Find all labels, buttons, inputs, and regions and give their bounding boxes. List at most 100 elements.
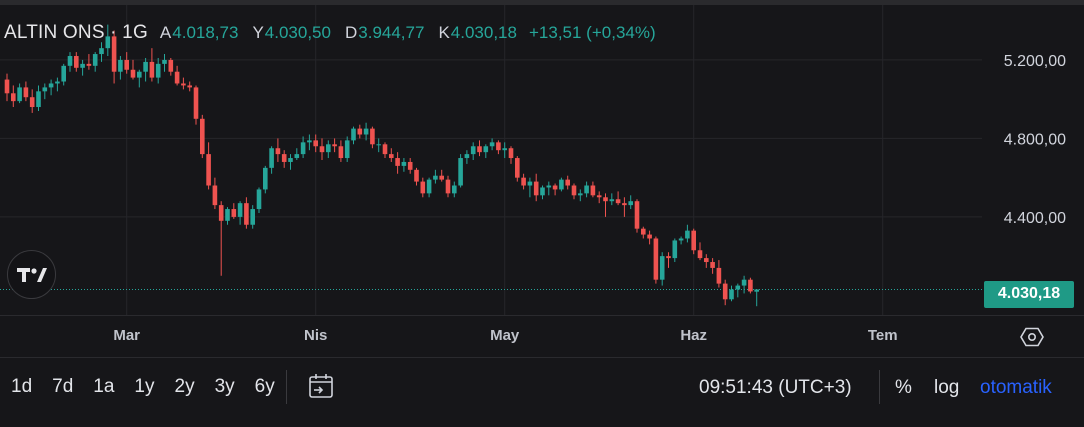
candle [124, 52, 129, 74]
candle [735, 283, 741, 298]
xaxis-label-tem: Tem [867, 327, 898, 344]
candle [29, 89, 35, 113]
candle [218, 201, 224, 276]
candle [162, 54, 167, 72]
candle [382, 142, 388, 159]
log-scale-button[interactable]: log [934, 375, 959, 401]
y-tick-label: 4.800,00 [1004, 131, 1066, 148]
candle [231, 203, 237, 219]
change-value: +13,51 (+0,34%) [528, 23, 656, 42]
candle [729, 285, 734, 302]
candle [155, 57, 161, 84]
candle [401, 158, 407, 172]
candle [212, 177, 218, 210]
symbol-title[interactable]: ALTIN ONS · 1G [4, 22, 148, 44]
candle [502, 142, 507, 159]
candle [521, 173, 526, 190]
candle [710, 258, 715, 274]
range-button-1d[interactable]: 1d [0, 374, 41, 400]
candle [445, 175, 451, 198]
candle [641, 226, 646, 239]
bottom-toolbar: 1d 7d 1a 1y 2y 3y 6y 09:51:43 (UTC+3) % … [0, 357, 1084, 427]
candle [722, 279, 728, 306]
candle [351, 126, 356, 145]
candle [748, 277, 753, 294]
candle [389, 148, 394, 162]
candle [332, 138, 337, 153]
candle [552, 183, 558, 196]
auto-scale-button[interactable]: otomatik [980, 375, 1052, 401]
toolbar-divider [879, 370, 880, 404]
candle [338, 140, 344, 162]
xaxis-label-haz: Haz [680, 327, 708, 344]
candle [590, 181, 596, 198]
open-value: 4.018,73 [172, 23, 239, 42]
candle [678, 236, 684, 245]
candle [143, 57, 148, 82]
axis-settings-icon[interactable] [1020, 325, 1044, 349]
go-to-date-calendar-icon[interactable] [306, 371, 336, 401]
candle [420, 177, 426, 198]
candle [269, 146, 274, 174]
candle [483, 144, 489, 159]
candle [370, 126, 375, 149]
candle [55, 77, 60, 92]
candle [571, 183, 577, 200]
chart-area[interactable]: 5.200,00 4.800,00 4.400,00 ALTIN ONS · 1G … [0, 5, 1084, 315]
ohlc-legend: ALTIN ONS · 1G A 4.018,73 Y 4.030,50 D 3.94… [4, 19, 656, 47]
candle [426, 177, 432, 198]
candle [754, 289, 759, 307]
xaxis-label-may: May [490, 327, 520, 344]
candle [527, 177, 533, 198]
candle [344, 136, 350, 162]
tradingview-logo-icon[interactable] [7, 250, 56, 299]
timezone-clock[interactable]: 09:51:43 (UTC+3) [699, 375, 852, 401]
candle [307, 134, 312, 151]
candle [477, 140, 482, 157]
candle [357, 124, 363, 139]
candle [559, 177, 564, 192]
candle [596, 191, 602, 204]
candle [319, 138, 325, 160]
range-button-7d[interactable]: 7d [41, 374, 82, 400]
range-button-1a[interactable]: 1a [82, 374, 123, 400]
candle [67, 52, 73, 72]
candle [36, 85, 41, 111]
candle [395, 152, 400, 174]
candle [174, 65, 180, 86]
time-axis[interactable]: Mar Nis May Haz Tem [0, 315, 1084, 357]
low-value: 3.944,77 [358, 23, 425, 42]
last-price-badge: 4.030,18 [984, 280, 1074, 308]
candle [256, 187, 262, 213]
candle [281, 150, 287, 168]
xaxis-label-nis: Nis [304, 327, 328, 344]
candle [622, 197, 627, 217]
candle [237, 201, 243, 225]
candle [17, 83, 22, 104]
percent-scale-button[interactable]: % [895, 375, 912, 401]
candle [565, 175, 570, 190]
candle [376, 138, 381, 153]
candle [181, 77, 186, 90]
candle [74, 52, 79, 72]
range-button-3y[interactable]: 3y [204, 374, 244, 400]
candle [533, 173, 539, 202]
candle [716, 260, 722, 288]
candle [508, 146, 514, 164]
candle [470, 142, 476, 160]
candle [433, 169, 438, 184]
candle [313, 134, 318, 153]
range-button-1y[interactable]: 1y [123, 374, 163, 400]
candle [92, 52, 98, 72]
range-button-2y[interactable]: 2y [164, 374, 204, 400]
candle [546, 181, 552, 196]
candle [61, 63, 66, 86]
close-value: 4.030,18 [450, 23, 517, 42]
candlestick-chart[interactable]: 5.200,00 4.800,00 4.400,00 [0, 5, 1084, 315]
candle [168, 57, 174, 76]
candle [200, 114, 205, 159]
low-label: D [344, 23, 358, 42]
candle [672, 238, 678, 263]
candle [187, 81, 192, 92]
range-button-6y[interactable]: 6y [244, 374, 284, 400]
